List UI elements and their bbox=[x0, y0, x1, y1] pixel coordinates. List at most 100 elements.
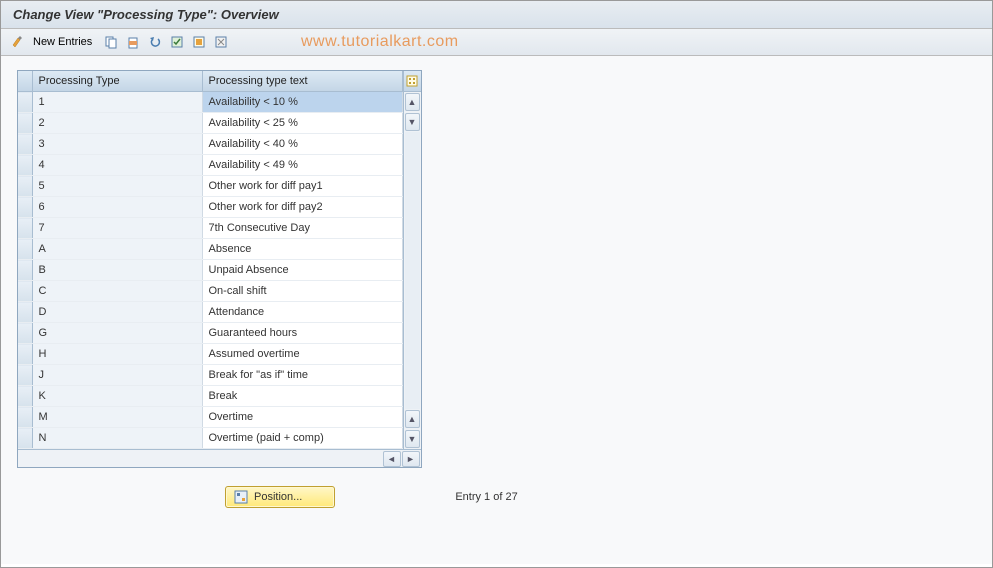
entry-counter: Entry 1 of 27 bbox=[455, 491, 517, 503]
row-selector[interactable] bbox=[18, 428, 32, 449]
scroll-down2-icon[interactable]: ▼ bbox=[405, 430, 420, 448]
processing-text-cell[interactable]: Availability < 25 % bbox=[202, 113, 402, 134]
processing-type-cell[interactable]: K bbox=[32, 386, 202, 407]
table-row: 1Availability < 10 % bbox=[18, 92, 402, 113]
position-button[interactable]: Position... bbox=[225, 486, 335, 508]
row-selector[interactable] bbox=[18, 323, 32, 344]
row-selector[interactable] bbox=[18, 281, 32, 302]
content-area: Processing Type Processing type text 1Av… bbox=[1, 56, 992, 564]
table-row: JBreak for "as if" time bbox=[18, 365, 402, 386]
table-wrap: Processing Type Processing type text 1Av… bbox=[17, 70, 422, 468]
scroll-track[interactable] bbox=[405, 132, 420, 409]
processing-type-cell[interactable]: 3 bbox=[32, 134, 202, 155]
row-selector[interactable] bbox=[18, 197, 32, 218]
processing-text-cell[interactable]: Assumed overtime bbox=[202, 344, 402, 365]
processing-type-cell[interactable]: G bbox=[32, 323, 202, 344]
processing-text-cell[interactable]: Other work for diff pay1 bbox=[202, 176, 402, 197]
table-row: HAssumed overtime bbox=[18, 344, 402, 365]
processing-text-cell[interactable]: On-call shift bbox=[202, 281, 402, 302]
row-selector[interactable] bbox=[18, 134, 32, 155]
row-selector[interactable] bbox=[18, 155, 32, 176]
processing-text-cell[interactable]: Absence bbox=[202, 239, 402, 260]
processing-type-cell[interactable]: B bbox=[32, 260, 202, 281]
processing-type-cell[interactable]: C bbox=[32, 281, 202, 302]
row-selector[interactable] bbox=[18, 239, 32, 260]
processing-type-cell[interactable]: D bbox=[32, 302, 202, 323]
table-row: DAttendance bbox=[18, 302, 402, 323]
table-row: KBreak bbox=[18, 386, 402, 407]
processing-type-cell[interactable]: N bbox=[32, 428, 202, 449]
table-row: AAbsence bbox=[18, 239, 402, 260]
table-row: 77th Consecutive Day bbox=[18, 218, 402, 239]
scroll-up-icon[interactable]: ▲ bbox=[405, 93, 420, 111]
select-all-header[interactable] bbox=[18, 71, 32, 92]
row-selector[interactable] bbox=[18, 365, 32, 386]
new-entries-button[interactable]: New Entries bbox=[31, 34, 98, 50]
processing-text-cell[interactable]: Attendance bbox=[202, 302, 402, 323]
row-selector[interactable] bbox=[18, 407, 32, 428]
scroll-right-icon[interactable]: ► bbox=[402, 451, 420, 467]
row-selector[interactable] bbox=[18, 92, 32, 113]
processing-type-cell[interactable]: 4 bbox=[32, 155, 202, 176]
position-icon bbox=[234, 490, 248, 504]
row-selector[interactable] bbox=[18, 113, 32, 134]
scroll-up2-icon[interactable]: ▲ bbox=[405, 410, 420, 428]
processing-type-cell[interactable]: 6 bbox=[32, 197, 202, 218]
table-row: GGuaranteed hours bbox=[18, 323, 402, 344]
table-row: COn-call shift bbox=[18, 281, 402, 302]
scroll-down-icon[interactable]: ▼ bbox=[405, 113, 420, 131]
undo-icon[interactable] bbox=[146, 33, 164, 51]
copy-icon[interactable] bbox=[102, 33, 120, 51]
processing-type-cell[interactable]: 2 bbox=[32, 113, 202, 134]
processing-type-cell[interactable]: M bbox=[32, 407, 202, 428]
processing-text-cell[interactable]: Availability < 40 % bbox=[202, 134, 402, 155]
row-selector[interactable] bbox=[18, 386, 32, 407]
row-selector[interactable] bbox=[18, 344, 32, 365]
row-selector[interactable] bbox=[18, 218, 32, 239]
table-row: 6Other work for diff pay2 bbox=[18, 197, 402, 218]
col-header-type[interactable]: Processing Type bbox=[32, 71, 202, 92]
new-entries-label: New Entries bbox=[33, 36, 92, 48]
processing-text-cell[interactable]: Availability < 10 % bbox=[202, 92, 402, 113]
processing-text-cell[interactable]: 7th Consecutive Day bbox=[202, 218, 402, 239]
table-row: 5Other work for diff pay1 bbox=[18, 176, 402, 197]
processing-text-cell[interactable]: Break for "as if" time bbox=[202, 365, 402, 386]
row-selector[interactable] bbox=[18, 302, 32, 323]
table-row: 2Availability < 25 % bbox=[18, 113, 402, 134]
delete-icon[interactable] bbox=[124, 33, 142, 51]
processing-text-cell[interactable]: Guaranteed hours bbox=[202, 323, 402, 344]
row-selector[interactable] bbox=[18, 176, 32, 197]
horizontal-scrollbar: ◄ ► bbox=[18, 449, 421, 467]
table-row: NOvertime (paid + comp) bbox=[18, 428, 402, 449]
processing-text-cell[interactable]: Overtime (paid + comp) bbox=[202, 428, 402, 449]
toggle-icon[interactable] bbox=[9, 33, 27, 51]
processing-type-cell[interactable]: H bbox=[32, 344, 202, 365]
watermark: www.tutorialkart.com bbox=[301, 33, 459, 51]
deselect-all-icon[interactable] bbox=[212, 33, 230, 51]
processing-text-cell[interactable]: Other work for diff pay2 bbox=[202, 197, 402, 218]
processing-text-cell[interactable]: Break bbox=[202, 386, 402, 407]
table-row: 3Availability < 40 % bbox=[18, 134, 402, 155]
table-settings-icon[interactable] bbox=[404, 71, 421, 92]
table-row: 4Availability < 49 % bbox=[18, 155, 402, 176]
select-all-icon[interactable] bbox=[168, 33, 186, 51]
table-row: MOvertime bbox=[18, 407, 402, 428]
processing-type-cell[interactable]: 7 bbox=[32, 218, 202, 239]
processing-text-cell[interactable]: Overtime bbox=[202, 407, 402, 428]
processing-type-cell[interactable]: 1 bbox=[32, 92, 202, 113]
processing-type-cell[interactable]: J bbox=[32, 365, 202, 386]
page-title: Change View "Processing Type": Overview bbox=[1, 1, 992, 29]
processing-type-cell[interactable]: 5 bbox=[32, 176, 202, 197]
processing-text-cell[interactable]: Unpaid Absence bbox=[202, 260, 402, 281]
scroll-left-icon[interactable]: ◄ bbox=[383, 451, 401, 467]
footer-row: Position... Entry 1 of 27 bbox=[17, 486, 976, 508]
vertical-scrollbar: ▲ ▼ ▲ ▼ bbox=[403, 71, 421, 449]
processing-type-table: Processing Type Processing type text 1Av… bbox=[18, 71, 403, 449]
row-selector[interactable] bbox=[18, 260, 32, 281]
table-row: BUnpaid Absence bbox=[18, 260, 402, 281]
processing-type-cell[interactable]: A bbox=[32, 239, 202, 260]
select-block-icon[interactable] bbox=[190, 33, 208, 51]
position-label: Position... bbox=[254, 491, 302, 503]
processing-text-cell[interactable]: Availability < 49 % bbox=[202, 155, 402, 176]
col-header-text[interactable]: Processing type text bbox=[202, 71, 402, 92]
